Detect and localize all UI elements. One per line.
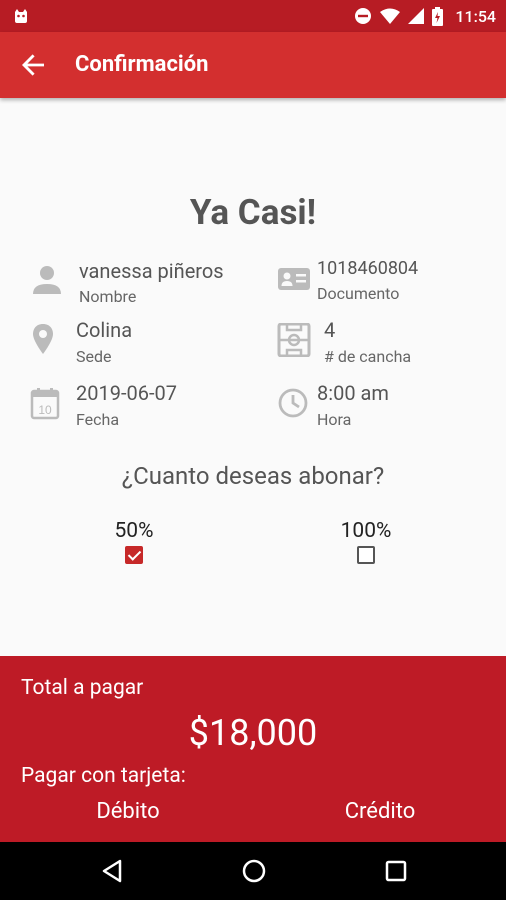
name-label: Nombre — [79, 287, 137, 306]
status-time: 11:54 — [455, 6, 496, 26]
system-nav-bar — [0, 842, 506, 900]
option-100[interactable]: 100% — [326, 519, 406, 568]
wifi-icon — [380, 8, 401, 24]
date-label: Fecha — [76, 410, 120, 429]
court-value: 4 — [324, 318, 336, 342]
option-100-label: 100% — [340, 519, 392, 543]
svg-text:10: 10 — [38, 403, 52, 417]
option-100-checkbox[interactable] — [357, 546, 375, 564]
credit-button[interactable]: Crédito — [300, 794, 460, 830]
nav-home-icon[interactable] — [240, 857, 268, 885]
do-not-disturb-icon — [355, 8, 372, 24]
document-label: Documento — [317, 284, 400, 303]
person-icon — [33, 266, 61, 294]
back-arrow-icon[interactable] — [20, 51, 48, 79]
battery-icon — [432, 6, 444, 26]
option-50-checkbox[interactable] — [125, 546, 143, 564]
android-notification-icon — [15, 9, 27, 23]
option-50[interactable]: 50% — [94, 519, 174, 568]
page-title: Confirmación — [75, 52, 209, 77]
time-value: 8:00 am — [317, 381, 389, 405]
card-label: Pagar con tarjeta: — [21, 764, 186, 788]
site-label: Sede — [76, 347, 112, 366]
cell-signal-icon — [408, 8, 425, 24]
calendar-icon: 10 — [30, 388, 60, 420]
deposit-question: ¿Cuanto deseas abonar? — [121, 462, 385, 490]
clock-icon — [278, 388, 308, 418]
location-pin-icon — [33, 324, 53, 354]
option-50-label: 50% — [114, 519, 154, 543]
status-bar: 11:54 — [0, 0, 506, 32]
nav-recents-icon[interactable] — [382, 857, 410, 885]
debit-button[interactable]: Débito — [48, 794, 208, 830]
time-label: Hora — [317, 410, 352, 429]
payment-panel: Total a pagar $18,000 Pagar con tarjeta:… — [0, 656, 506, 842]
total-label: Total a pagar — [21, 676, 144, 700]
id-card-icon — [278, 268, 310, 290]
name-value: vanessa piñeros — [79, 259, 224, 283]
total-amount: $18,000 — [188, 712, 318, 754]
site-value: Colina — [76, 318, 133, 342]
document-value: 1018460804 — [317, 258, 419, 279]
soccer-field-icon — [277, 323, 311, 357]
nav-back-icon[interactable] — [99, 857, 127, 885]
headline: Ya Casi! — [189, 192, 317, 233]
court-label: # de cancha — [324, 347, 412, 366]
app-bar: Confirmación — [0, 32, 506, 98]
date-value: 2019-06-07 — [76, 381, 177, 405]
